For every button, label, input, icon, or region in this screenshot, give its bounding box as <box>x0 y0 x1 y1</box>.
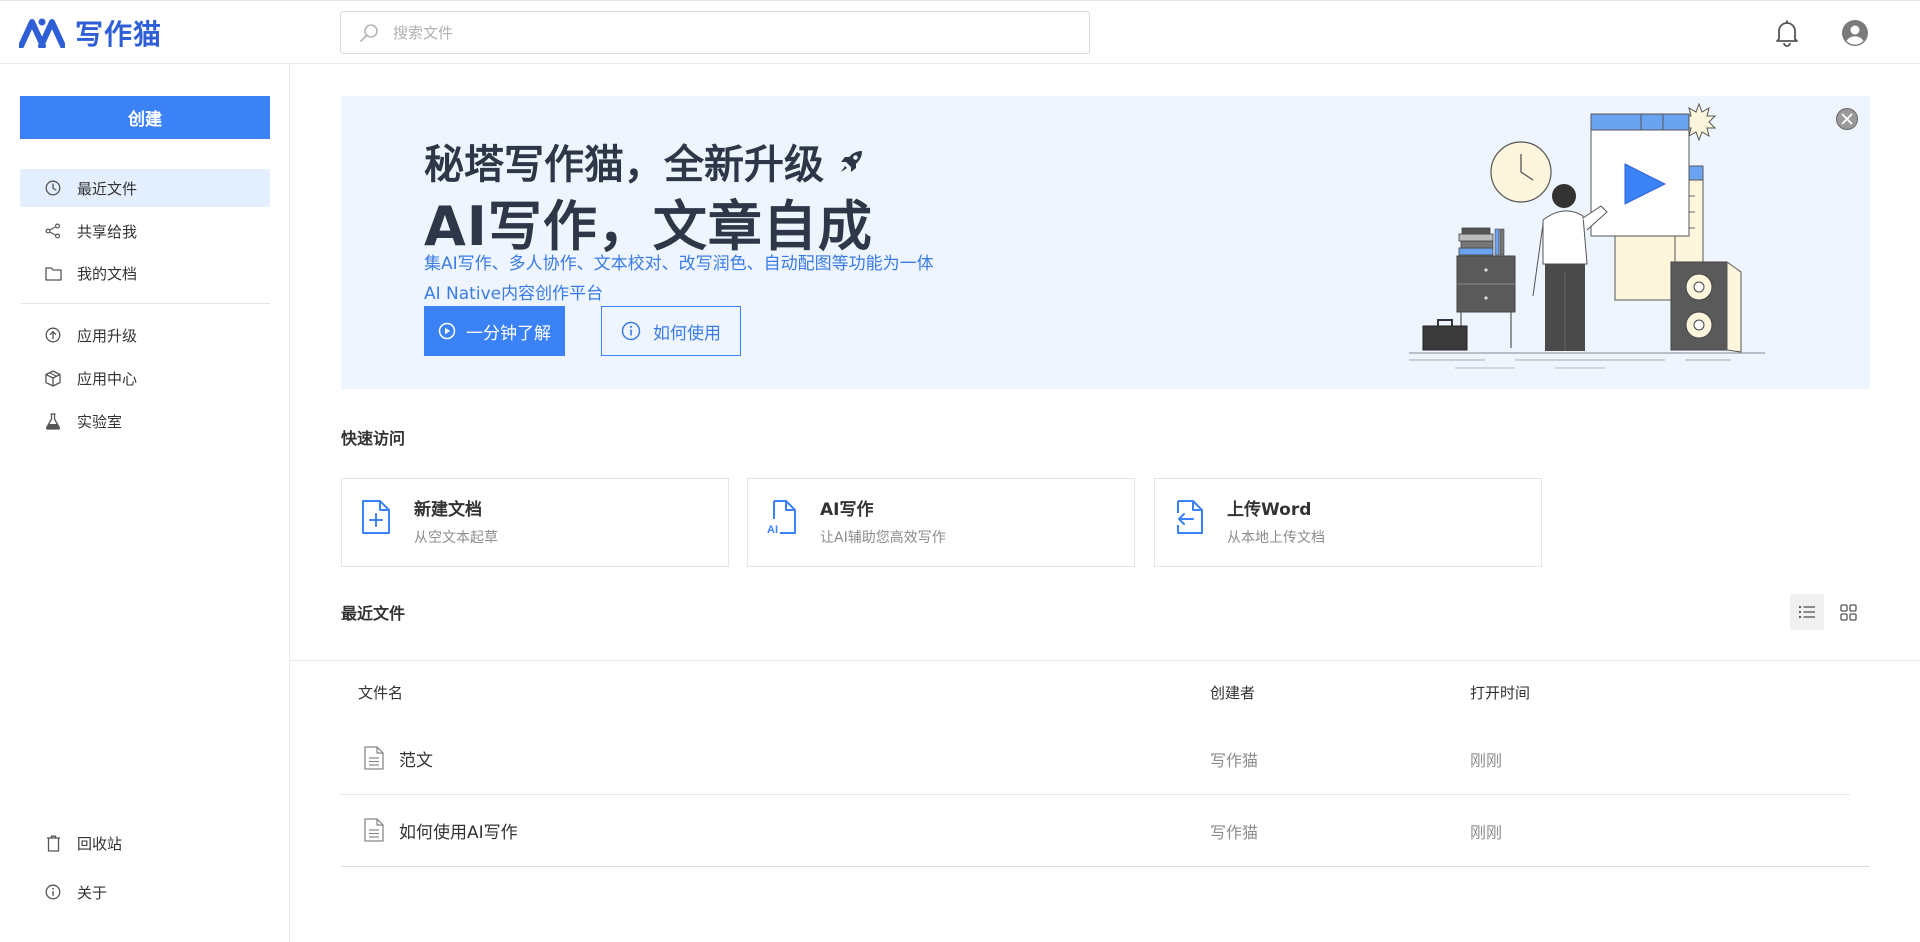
file-name: 如何使用AI写作 <box>399 823 518 843</box>
info-circle-icon <box>621 321 641 341</box>
upload-doc-icon <box>1173 499 1205 535</box>
document-icon <box>363 746 385 770</box>
table-bottom-border <box>341 866 1870 867</box>
column-header-filename[interactable]: 文件名 <box>358 682 403 703</box>
column-header-opened-time[interactable]: 打开时间 <box>1470 682 1530 703</box>
sidebar-item-about[interactable]: 关于 <box>20 873 270 911</box>
sidebar-item-lab[interactable]: 实验室 <box>20 402 270 440</box>
sidebar-item-label: 回收站 <box>77 834 123 853</box>
grid-view-button[interactable] <box>1831 594 1865 630</box>
search-box[interactable] <box>340 11 1090 54</box>
sidebar-item-app-center[interactable]: 应用中心 <box>20 359 270 397</box>
sidebar-item-recent-files[interactable]: 最近文件 <box>20 169 270 207</box>
svg-text:AI: AI <box>767 524 778 535</box>
new-document-card[interactable]: 新建文档 从空文本起草 <box>341 478 729 567</box>
file-row[interactable]: 范文 写作猫 刚刚 <box>341 722 1869 794</box>
sidebar-item-label: 实验室 <box>77 412 123 431</box>
sidebar-item-recycle-bin[interactable]: 回收站 <box>20 824 270 862</box>
recent-files-title: 最近文件 <box>341 604 406 623</box>
sidebar: 创建 最近文件 共享给我 我的文档 应用升级 应用中心 实验室 回收站 关于 <box>0 64 290 942</box>
upload-word-card[interactable]: 上传Word 从本地上传文档 <box>1154 478 1542 567</box>
section-divider <box>290 660 1920 661</box>
folder-icon <box>44 264 62 282</box>
card-description: 从空文本起草 <box>414 530 498 546</box>
promo-banner: 秘塔写作猫，全新升级 AI写作，文章自成 集AI写作、多人协作、文本校对、改写润… <box>341 96 1870 389</box>
trash-icon <box>44 834 62 852</box>
ai-writing-card[interactable]: AI AI写作 让AI辅助您高效写作 <box>747 478 1135 567</box>
how-to-use-button[interactable]: 如何使用 <box>601 306 741 356</box>
sidebar-item-label: 关于 <box>77 883 108 902</box>
sidebar-item-upgrade[interactable]: 应用升级 <box>20 316 270 354</box>
button-label: 如何使用 <box>653 323 721 344</box>
file-row[interactable]: 如何使用AI写作 写作猫 刚刚 <box>341 794 1869 866</box>
user-avatar-button[interactable] <box>1839 17 1871 49</box>
app-logo[interactable]: 写作猫 <box>19 13 162 53</box>
app-name: 写作猫 <box>75 18 163 51</box>
sidebar-item-shared-with-me[interactable]: 共享给我 <box>20 212 270 250</box>
learn-in-one-minute-button[interactable]: 一分钟了解 <box>424 306 565 356</box>
quick-access-title: 快速访问 <box>341 429 406 448</box>
card-description: 让AI辅助您高效写作 <box>820 530 946 546</box>
new-doc-icon <box>360 499 392 535</box>
close-icon <box>1835 107 1859 131</box>
file-opened-time: 刚刚 <box>1470 823 1503 842</box>
card-description: 从本地上传文档 <box>1227 530 1325 546</box>
play-circle-icon <box>438 322 456 340</box>
flask-icon <box>44 412 62 430</box>
card-title: AI写作 <box>820 500 874 520</box>
column-header-creator[interactable]: 创建者 <box>1210 682 1255 703</box>
top-header: 写作猫 <box>0 0 1920 64</box>
button-label: 一分钟了解 <box>466 323 551 344</box>
notification-button[interactable] <box>1771 17 1803 49</box>
clock-icon <box>44 179 62 197</box>
rocket-icon <box>838 147 866 175</box>
file-creator: 写作猫 <box>1210 823 1259 842</box>
info-icon <box>44 883 62 901</box>
sidebar-item-my-documents[interactable]: 我的文档 <box>20 254 270 292</box>
banner-subtitle: 集AI写作、多人协作、文本校对、改写润色、自动配图等功能为一体 <box>424 254 934 274</box>
sidebar-item-label: 应用升级 <box>77 326 138 345</box>
file-name: 范文 <box>399 751 433 771</box>
upgrade-icon <box>44 326 62 344</box>
cube-icon <box>44 369 62 387</box>
sidebar-divider <box>20 303 270 304</box>
file-opened-time: 刚刚 <box>1470 751 1503 770</box>
sidebar-item-label: 共享给我 <box>77 222 138 241</box>
share-icon <box>44 222 62 240</box>
sidebar-item-label: 应用中心 <box>77 369 138 388</box>
list-view-button[interactable] <box>1790 594 1824 630</box>
card-title: 上传Word <box>1227 500 1312 520</box>
file-creator: 写作猫 <box>1210 751 1259 770</box>
bell-icon <box>1774 19 1800 47</box>
ai-doc-icon: AI <box>766 499 798 535</box>
grid-view-icon <box>1839 603 1857 621</box>
banner-close-button[interactable] <box>1835 107 1859 131</box>
sidebar-item-label: 最近文件 <box>77 179 138 198</box>
create-button[interactable]: 创建 <box>20 96 270 139</box>
card-title: 新建文档 <box>414 500 482 520</box>
list-view-icon <box>1798 604 1816 620</box>
banner-tagline: AI Native内容创作平台 <box>424 284 604 304</box>
user-avatar-icon <box>1841 19 1869 47</box>
banner-illustration <box>1365 96 1795 389</box>
document-icon <box>363 818 385 842</box>
search-input[interactable] <box>391 22 1045 43</box>
search-icon <box>359 23 379 43</box>
logo-mark-icon <box>19 18 65 48</box>
sidebar-item-label: 我的文档 <box>77 264 138 283</box>
